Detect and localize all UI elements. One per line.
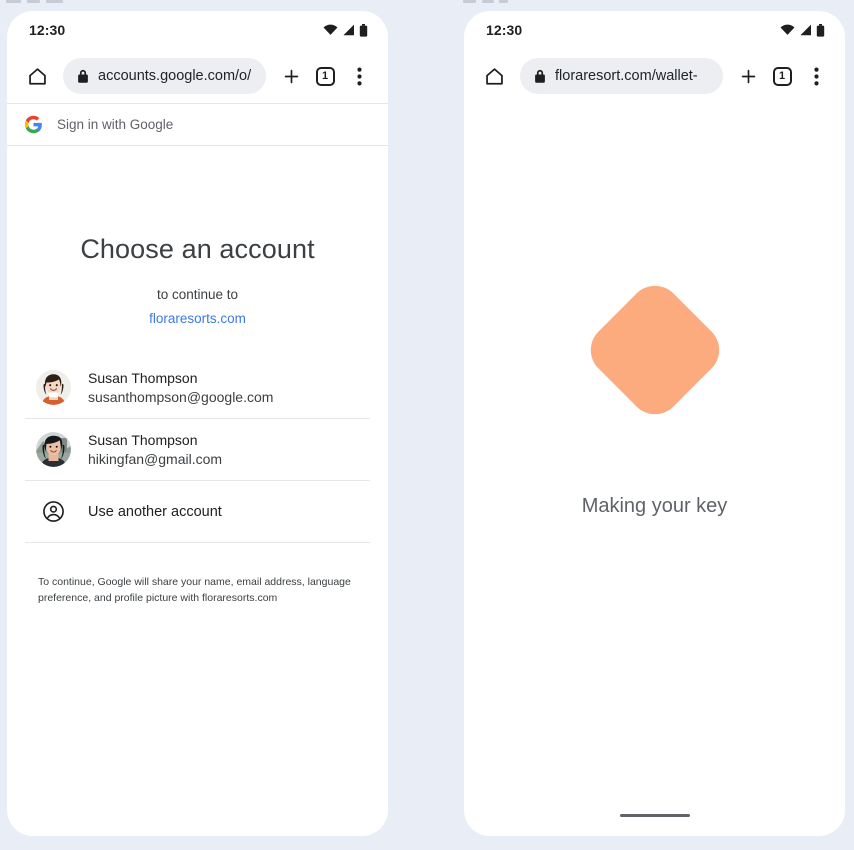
phone-left: 12:30 accounts.google.com/o/ 1 Sign in w… xyxy=(7,11,388,836)
account-row[interactable]: Susan Thompson susanthompson@google.com xyxy=(25,357,370,419)
lock-icon xyxy=(78,69,88,83)
status-bar-right: 12:30 xyxy=(464,11,845,49)
account-text: Susan Thompson hikingfan@gmail.com xyxy=(88,432,222,467)
sign-in-with-google-label: Sign in with Google xyxy=(57,117,174,132)
url-text-left: accounts.google.com/o/ xyxy=(98,68,252,84)
signal-icon xyxy=(343,24,354,36)
use-another-account-label: Use another account xyxy=(88,503,222,520)
continue-to-domain[interactable]: floraresorts.com xyxy=(7,311,388,326)
cropped-top-strip xyxy=(0,0,854,7)
tab-count: 1 xyxy=(772,66,792,86)
overflow-menu-icon[interactable] xyxy=(344,60,374,92)
page-title: Choose an account xyxy=(80,234,315,264)
google-g-icon xyxy=(24,115,42,134)
continue-to-label: to continue to xyxy=(156,287,239,302)
account-list: Susan Thompson susanthompson@google.com xyxy=(7,357,388,543)
account-text: Susan Thompson susanthompson@google.com xyxy=(88,370,273,405)
home-indicator xyxy=(619,814,690,817)
address-bar-right[interactable]: floraresort.com/wallet- xyxy=(520,58,723,94)
wifi-icon xyxy=(780,24,795,35)
plus-icon[interactable] xyxy=(733,60,763,92)
rounded-diamond-key-shape xyxy=(579,275,730,425)
status-time: 12:30 xyxy=(486,22,523,38)
cropped-fragment xyxy=(482,0,494,3)
account-row[interactable]: Susan Thompson hikingfan@gmail.com xyxy=(25,419,370,481)
account-name: Susan Thompson xyxy=(88,432,198,448)
home-icon[interactable] xyxy=(478,60,510,92)
battery-icon xyxy=(359,23,368,37)
overflow-menu-icon[interactable] xyxy=(801,60,831,92)
sign-in-with-google-header: Sign in with Google xyxy=(7,104,388,146)
signal-icon xyxy=(800,24,811,36)
tab-switcher-button[interactable]: 1 xyxy=(767,60,797,92)
battery-icon xyxy=(816,23,825,37)
account-circle-icon xyxy=(36,494,71,529)
url-text-right: floraresort.com/wallet- xyxy=(555,68,698,84)
cropped-fragment xyxy=(463,0,476,3)
lock-icon xyxy=(535,69,545,83)
cropped-fragment xyxy=(46,0,63,3)
avatar-photo-susan-google xyxy=(36,370,71,405)
plus-icon[interactable] xyxy=(276,60,306,92)
browser-toolbar-left: accounts.google.com/o/ 1 xyxy=(7,49,388,103)
browser-toolbar-right: floraresort.com/wallet- 1 xyxy=(464,49,845,103)
phone-right: 12:30 floraresort.com/wallet- 1 Making y… xyxy=(464,11,845,836)
wallet-status-caption: Making your key xyxy=(581,495,728,517)
status-icons xyxy=(780,23,825,37)
account-email: susanthompson@google.com xyxy=(88,389,274,405)
address-bar-left[interactable]: accounts.google.com/o/ xyxy=(63,58,266,94)
status-time: 12:30 xyxy=(29,22,66,38)
use-another-account-row[interactable]: Use another account xyxy=(25,481,370,543)
tab-switcher-button[interactable]: 1 xyxy=(310,60,340,92)
tab-count: 1 xyxy=(315,66,335,86)
wallet-key-screen: Making your key xyxy=(464,103,845,836)
cropped-fragment xyxy=(499,0,508,3)
account-name: Susan Thompson xyxy=(88,370,198,386)
wifi-icon xyxy=(323,24,338,35)
status-icons xyxy=(323,23,368,37)
cropped-fragment xyxy=(6,0,21,3)
avatar-photo-susan-gmail xyxy=(36,432,71,467)
consent-disclaimer: To continue, Google will share your name… xyxy=(38,576,351,605)
status-bar-left: 12:30 xyxy=(7,11,388,49)
home-icon[interactable] xyxy=(21,60,53,92)
cropped-fragment xyxy=(27,0,40,3)
account-email: hikingfan@gmail.com xyxy=(88,451,223,467)
account-chooser: Choose an account to continue to florare… xyxy=(7,234,388,607)
